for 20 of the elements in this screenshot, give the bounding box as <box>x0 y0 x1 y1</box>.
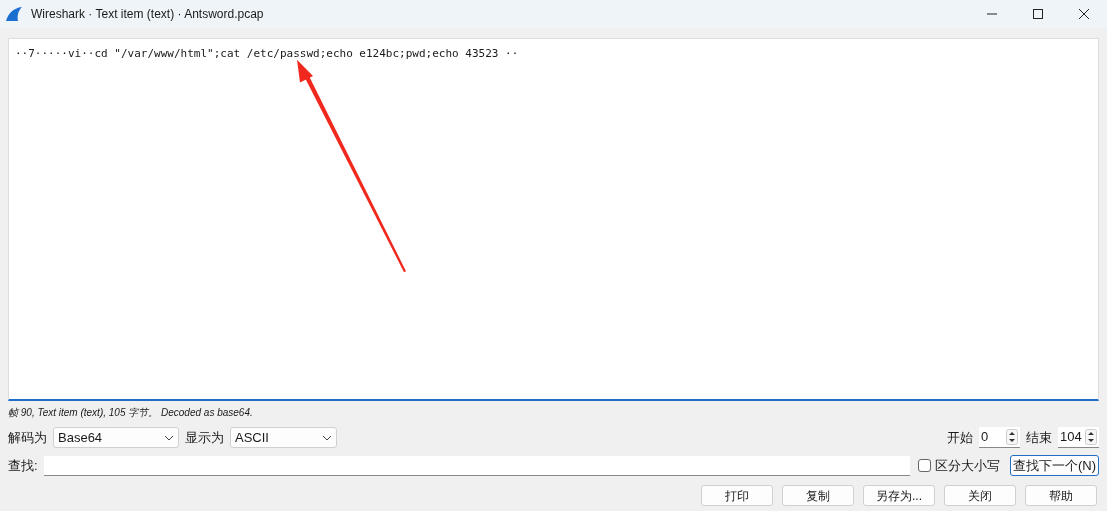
spin-box[interactable]: 104 <box>1058 427 1099 448</box>
checkbox-label: 区分大小写 <box>934 456 1000 475</box>
window-title: Wireshark · Text item (text) · Antsword.pcap <box>31 6 264 23</box>
spin-box[interactable]: 0 <box>979 427 1020 448</box>
dialog-button[interactable]: 打印 <box>701 485 773 506</box>
dropdown[interactable]: ASCII <box>230 427 337 448</box>
field-label: 查找: <box>8 456 38 475</box>
field-label: 开始 <box>947 428 973 447</box>
dialog-button[interactable]: 复制 <box>782 485 854 506</box>
status-text: 帧 90, Text item (text), 105 字节。 Decoded as base64. <box>8 405 253 420</box>
dialog-button[interactable]: 帮助 <box>1025 485 1097 506</box>
field-label: 结束 <box>1026 428 1052 447</box>
find-next-button[interactable]: 查找下一个(N) <box>1009 455 1099 476</box>
field-label: 显示为 <box>185 428 224 447</box>
dropdown[interactable]: Base64 <box>53 427 179 448</box>
decoded-text: ··7·····vi··cd "/var/www/html";cat /etc/passwd;echo e124bc;pwd;echo 43523 ·· <box>15 47 519 60</box>
text-view[interactable]: ··7·····vi··cd "/var/www/html";cat /etc/passwd;echo e124bc;pwd;echo 43523 ·· <box>8 38 1099 401</box>
dialog-button[interactable]: 另存为... <box>863 485 935 506</box>
dialog-button[interactable]: 关闭 <box>944 485 1016 506</box>
field-label: 解码为 <box>8 428 47 447</box>
